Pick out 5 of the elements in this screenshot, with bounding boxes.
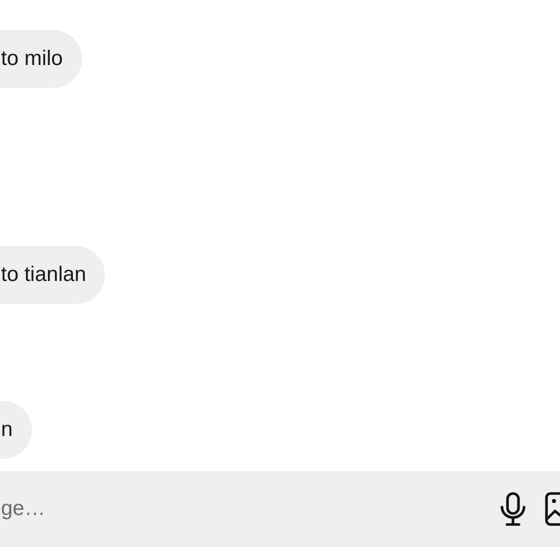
microphone-icon[interactable]: [498, 491, 528, 527]
message-bubble: n: [0, 401, 32, 459]
message-bubble: to tianlan: [0, 246, 106, 304]
message-bubble: to milo: [0, 30, 82, 88]
message-field[interactable]: ge…: [0, 471, 560, 547]
